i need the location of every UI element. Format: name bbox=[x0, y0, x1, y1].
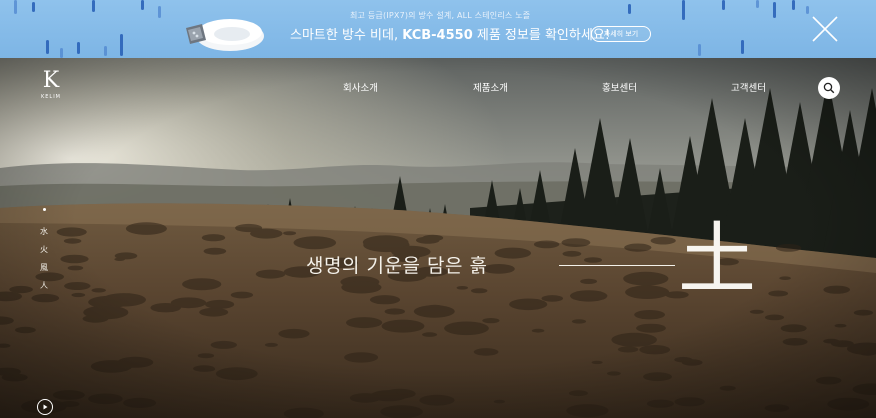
water-drop bbox=[741, 40, 744, 54]
water-drop bbox=[158, 6, 161, 18]
water-drop bbox=[773, 2, 776, 18]
water-drop bbox=[682, 0, 685, 20]
search-button[interactable] bbox=[818, 77, 840, 99]
search-icon bbox=[823, 82, 835, 94]
side-item-wind[interactable]: 風 bbox=[36, 259, 52, 277]
water-drop bbox=[628, 4, 631, 14]
side-item-water[interactable]: 水 bbox=[36, 223, 52, 241]
hero-divider bbox=[559, 265, 675, 266]
hero-symbol: 土 bbox=[678, 215, 757, 305]
water-drop bbox=[60, 48, 63, 58]
side-nav-indicator bbox=[42, 208, 46, 211]
side-item-fire[interactable]: 火 bbox=[36, 241, 52, 259]
main-navigation: 회사소개 제품소개 홍보센터 고객센터 bbox=[0, 80, 876, 96]
play-icon bbox=[43, 404, 48, 410]
hero-section: K KELIM 회사소개 제품소개 홍보센터 고객센터 水 火 風 人 생명의 … bbox=[0, 58, 876, 418]
banner-model-name: KCB-4550 bbox=[402, 28, 473, 43]
water-drop bbox=[32, 2, 35, 12]
water-drop bbox=[104, 46, 107, 56]
water-drop bbox=[92, 0, 95, 12]
nav-item-products[interactable]: 제품소개 bbox=[473, 80, 508, 94]
water-drop bbox=[14, 0, 17, 14]
water-drop bbox=[806, 6, 809, 14]
water-drop bbox=[77, 42, 80, 54]
nav-item-company[interactable]: 회사소개 bbox=[343, 80, 378, 94]
banner-headline-prefix: 스마트한 방수 비데, bbox=[290, 28, 403, 43]
nav-item-customer-center[interactable]: 고객센터 bbox=[731, 80, 766, 94]
play-button[interactable] bbox=[37, 399, 53, 415]
water-drop bbox=[698, 44, 701, 56]
close-icon[interactable] bbox=[810, 14, 840, 44]
element-side-nav: 水 火 風 人 bbox=[36, 208, 52, 295]
banner-headline: 스마트한 방수 비데, KCB-4550 제품 정보를 확인하세요! bbox=[290, 24, 610, 43]
water-drop bbox=[46, 40, 49, 54]
water-drop bbox=[756, 0, 759, 8]
banner-subtitle: 최고 등급(IPX7)의 방수 설계, ALL 스테인리스 노즐 bbox=[350, 11, 531, 20]
side-item-person[interactable]: 人 bbox=[36, 277, 52, 295]
nav-item-pr-center[interactable]: 홍보센터 bbox=[602, 80, 637, 94]
water-drop bbox=[120, 34, 123, 56]
water-drop bbox=[792, 0, 795, 10]
banner-detail-button[interactable]: 자세히 보기 bbox=[591, 26, 651, 42]
promo-banner[interactable]: 최고 등급(IPX7)의 방수 설계, ALL 스테인리스 노즐 스마트한 방수… bbox=[0, 0, 876, 58]
bidet-product-image bbox=[186, 19, 264, 51]
hero-headline: 생명의 기운을 담은 흙 bbox=[306, 255, 488, 277]
banner-headline-suffix: 제품 정보를 확인하세요! bbox=[472, 28, 610, 43]
water-drop bbox=[722, 0, 725, 10]
water-drop bbox=[141, 0, 144, 10]
